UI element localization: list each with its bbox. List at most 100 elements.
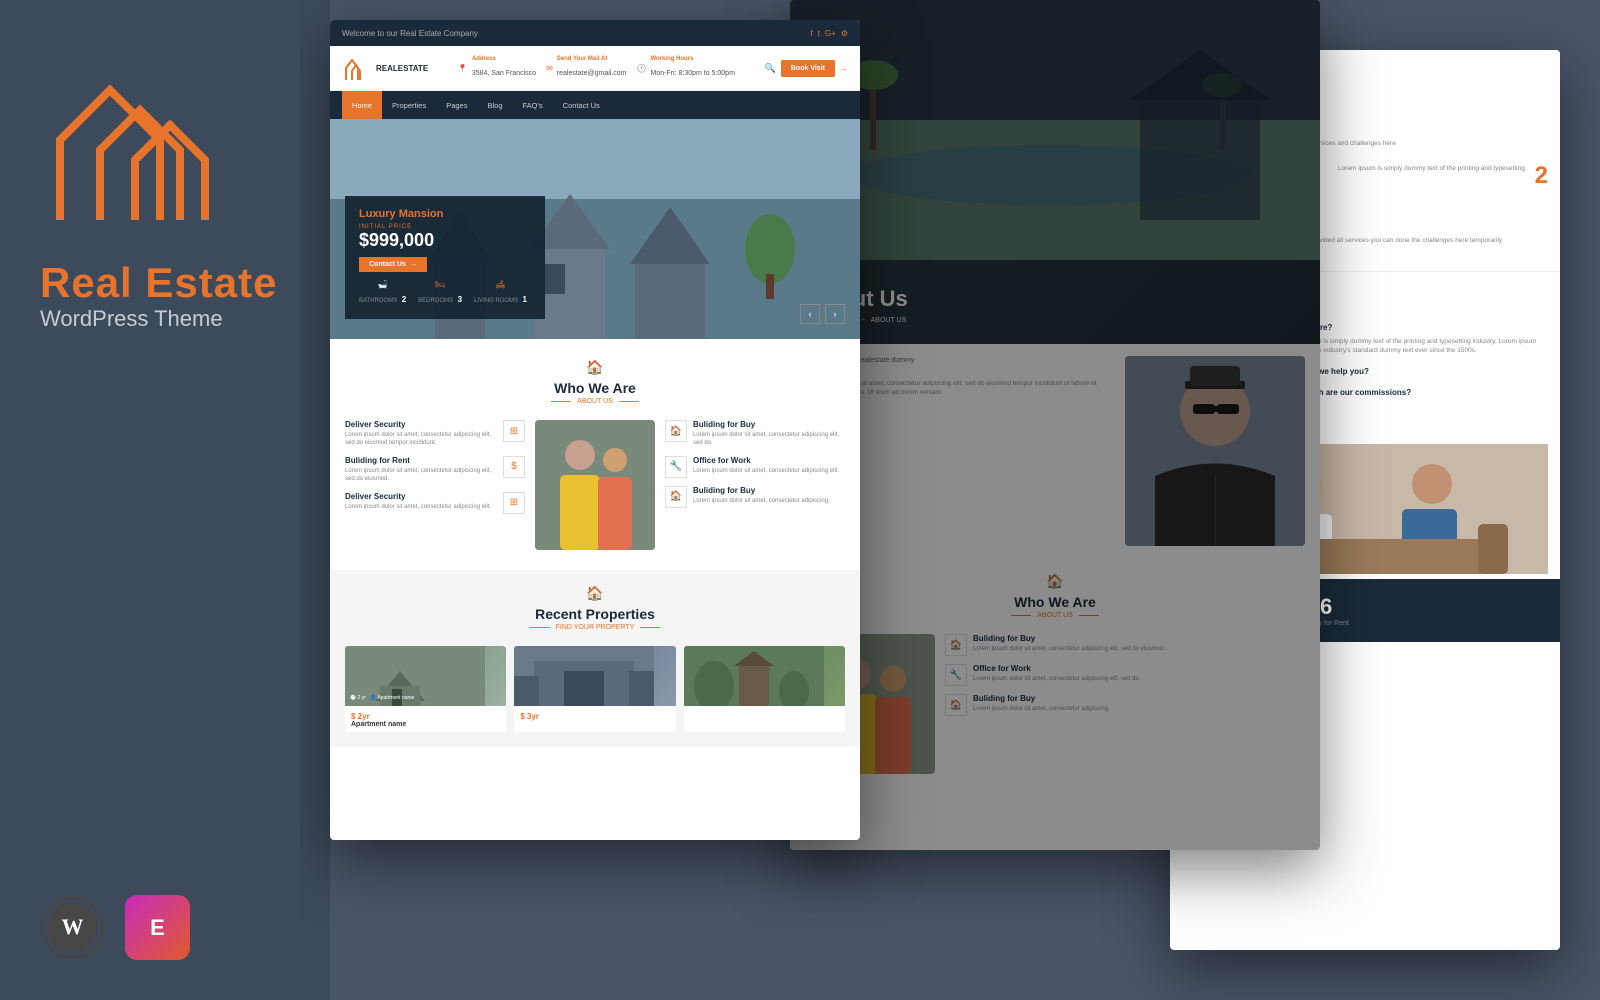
hours-text: Mon-Fri: 8:30pm to 5:00pm (650, 70, 734, 77)
service-6-desc: Lorem ipsum dolor sit amet, consectetur … (693, 497, 845, 505)
service-item-1: Deliver Security Lorem ipsum dolor sit a… (345, 420, 525, 448)
properties-subtitle: FIND YOUR PROPERTY (345, 624, 845, 631)
service-item-5: 🔧 Office for Work Lorem ipsum dolor sit … (665, 456, 845, 478)
service-1-icon: ⊞ (503, 420, 525, 442)
hero-price: $999,000 (359, 230, 531, 251)
arrow-icon: → (410, 261, 417, 268)
property-2-price: $ 3yr (520, 712, 669, 721)
hero-feature-bedrooms: 🛏 BEDROOMS 3 (418, 280, 462, 307)
who-title: Who We Are (345, 380, 845, 396)
nav-properties[interactable]: Properties (382, 91, 436, 119)
service-item-2: Buliding for Rent Lorem ipsum dolor sit … (345, 456, 525, 484)
hours-info: 🕐 Working Hours Mon-Fri: 8:30pm to 5:00p… (637, 56, 735, 80)
next-arrow[interactable]: › (825, 304, 845, 324)
mail-icon: ✉ (546, 64, 553, 73)
screenshot-home: Welcome to our Real Estate Company f t G… (330, 20, 860, 840)
properties-header: 🏠 Recent Properties FIND YOUR PROPERTY (345, 585, 845, 631)
home-section-icon: 🏠 (345, 359, 845, 376)
service-5-icon: 🔧 (665, 456, 687, 478)
service-4-text: Buliding for Buy Lorem ipsum dolor sit a… (693, 420, 845, 448)
book-visit-button[interactable]: Book Visit (781, 60, 835, 77)
property-2-info: $ 3yr (514, 706, 675, 725)
service-2-desc: Lorem ipsum dolor sit amet, consectetur … (345, 467, 497, 484)
address-text: 3584, San Francisco (472, 70, 536, 77)
service-3-desc: Lorem ipsum dolor sit amet, consectetur … (345, 503, 497, 511)
service-2-text: Buliding for Rent Lorem ipsum dolor sit … (345, 456, 497, 484)
about-hero-bg (790, 0, 1320, 850)
living-value: 1 (523, 295, 527, 304)
home-logo-text: REALESTATE (376, 64, 428, 73)
who-subtitle: ABOUT US (345, 398, 845, 405)
service-3-title: Deliver Security (345, 492, 497, 501)
property-cards: Featured 🕐 2 yr 👤 Apartment name $ 2 (345, 646, 845, 732)
search-button[interactable]: 🔍 (765, 63, 776, 74)
hero-contact-button[interactable]: Contact Us → (359, 257, 427, 272)
bedrooms-value: 3 (458, 295, 462, 304)
hero-feature-bathrooms: 🛁 BATHROOMS 2 (359, 280, 406, 307)
nav-blog[interactable]: Blog (477, 91, 512, 119)
facebook-icon: f (810, 29, 812, 38)
topbar-social: f t G+ ⚙ (810, 29, 848, 38)
service-3-icon: ⊞ (503, 492, 525, 514)
hero-features: 🛁 BATHROOMS 2 🛏 BEDROOMS 3 🛋 LIVING ROOM… (359, 280, 531, 307)
arrow-right-icon[interactable]: → (840, 64, 848, 73)
service-3-text: Deliver Security Lorem ipsum dolor sit a… (345, 492, 497, 511)
home-site-logo: REALESTATE (342, 54, 428, 82)
step-2-number: 2 (1535, 164, 1548, 188)
service-6-text: Buliding for Buy Lorem ipsum dolor sit a… (693, 486, 845, 505)
home-nav: Home Properties Pages Blog FAQ's Contact… (330, 91, 860, 119)
mail-text: realestate@gmail.com (557, 70, 627, 77)
brand-name: Real Estate WordPress Theme (40, 260, 277, 332)
brand-cms-icons: W E (40, 895, 190, 960)
properties-title: Recent Properties (345, 606, 845, 622)
service-5-desc: Lorem ipsum dolor sit amet, consectetur … (693, 467, 845, 475)
hero-content: Luxury Mansion INITIAL PRICE $999,000 Co… (345, 196, 845, 319)
location-icon: 📍 (458, 64, 468, 73)
bathrooms-label: BATHROOMS (359, 298, 397, 304)
service-5-title: Office for Work (693, 456, 845, 465)
service-1-desc: Lorem ipsum dolor sit amet, consectetur … (345, 431, 497, 448)
sofa-icon: 🛋 (474, 280, 527, 289)
home-topbar: Welcome to our Real Estate Company f t G… (330, 20, 860, 46)
hero-property-name: Luxury Mansion (359, 208, 531, 220)
brand-logo (40, 60, 240, 240)
living-label: LIVING ROOMS (474, 298, 518, 304)
service-1-text: Deliver Security Lorem ipsum dolor sit a… (345, 420, 497, 448)
about-hero: About Us REAL ESTATE • ABOUT US (790, 84, 1320, 344)
property-img-3: Featured (684, 646, 845, 706)
home-header-info: 📍 Address 3584, San Francisco ✉ Send You… (458, 56, 735, 80)
service-2-icon: $ (503, 456, 525, 478)
nav-contact[interactable]: Contact Us (553, 91, 610, 119)
property-img-1: Featured 🕐 2 yr 👤 Apartment name (345, 646, 506, 706)
service-6-title: Buliding for Buy (693, 486, 845, 495)
settings-icon: ⚙ (841, 29, 848, 38)
nav-home[interactable]: Home (342, 91, 382, 119)
property-1-name: Apartment name (351, 721, 500, 728)
nav-faqs[interactable]: FAQ's (513, 91, 553, 119)
service-4-desc: Lorem ipsum dolor sit amet, consectetur … (693, 431, 845, 448)
bathrooms-value: 2 (402, 295, 406, 304)
property-card-1: Featured 🕐 2 yr 👤 Apartment name $ 2 (345, 646, 506, 732)
service-5-text: Office for Work Lorem ipsum dolor sit am… (693, 456, 845, 475)
brand-sidebar: Real Estate WordPress Theme W E (0, 0, 330, 1000)
about-hero-overlay (790, 0, 1320, 850)
service-item-3: Deliver Security Lorem ipsum dolor sit a… (345, 492, 525, 514)
who-services-right: 🏠 Buliding for Buy Lorem ipsum dolor sit… (665, 420, 845, 550)
nav-pages[interactable]: Pages (436, 91, 477, 119)
wordpress-icon: W (40, 895, 105, 960)
prev-arrow[interactable]: ‹ (800, 304, 820, 324)
property-img-2: Featured (514, 646, 675, 706)
who-services-left: Deliver Security Lorem ipsum dolor sit a… (345, 420, 525, 550)
property-card-2: Featured $ 3yr (514, 646, 675, 732)
who-content: Deliver Security Lorem ipsum dolor sit a… (345, 420, 845, 550)
screenshot-about: Have any question? +884 9140188 873 Work… (790, 0, 1320, 850)
service-item-6: 🏠 Buliding for Buy Lorem ipsum dolor sit… (665, 486, 845, 508)
service-item-4: 🏠 Buliding for Buy Lorem ipsum dolor sit… (665, 420, 845, 448)
home-logo-icon (342, 54, 370, 82)
mail-label: Send Your Mail At (557, 56, 627, 62)
who-center-image (535, 420, 655, 550)
bath-icon: 🛁 (359, 280, 406, 289)
property-1-info: $ 2yr Apartment name (345, 706, 506, 732)
home-header: REALESTATE 📍 Address 3584, San Francisco… (330, 46, 860, 91)
property-1-price: $ 2yr (351, 712, 500, 721)
